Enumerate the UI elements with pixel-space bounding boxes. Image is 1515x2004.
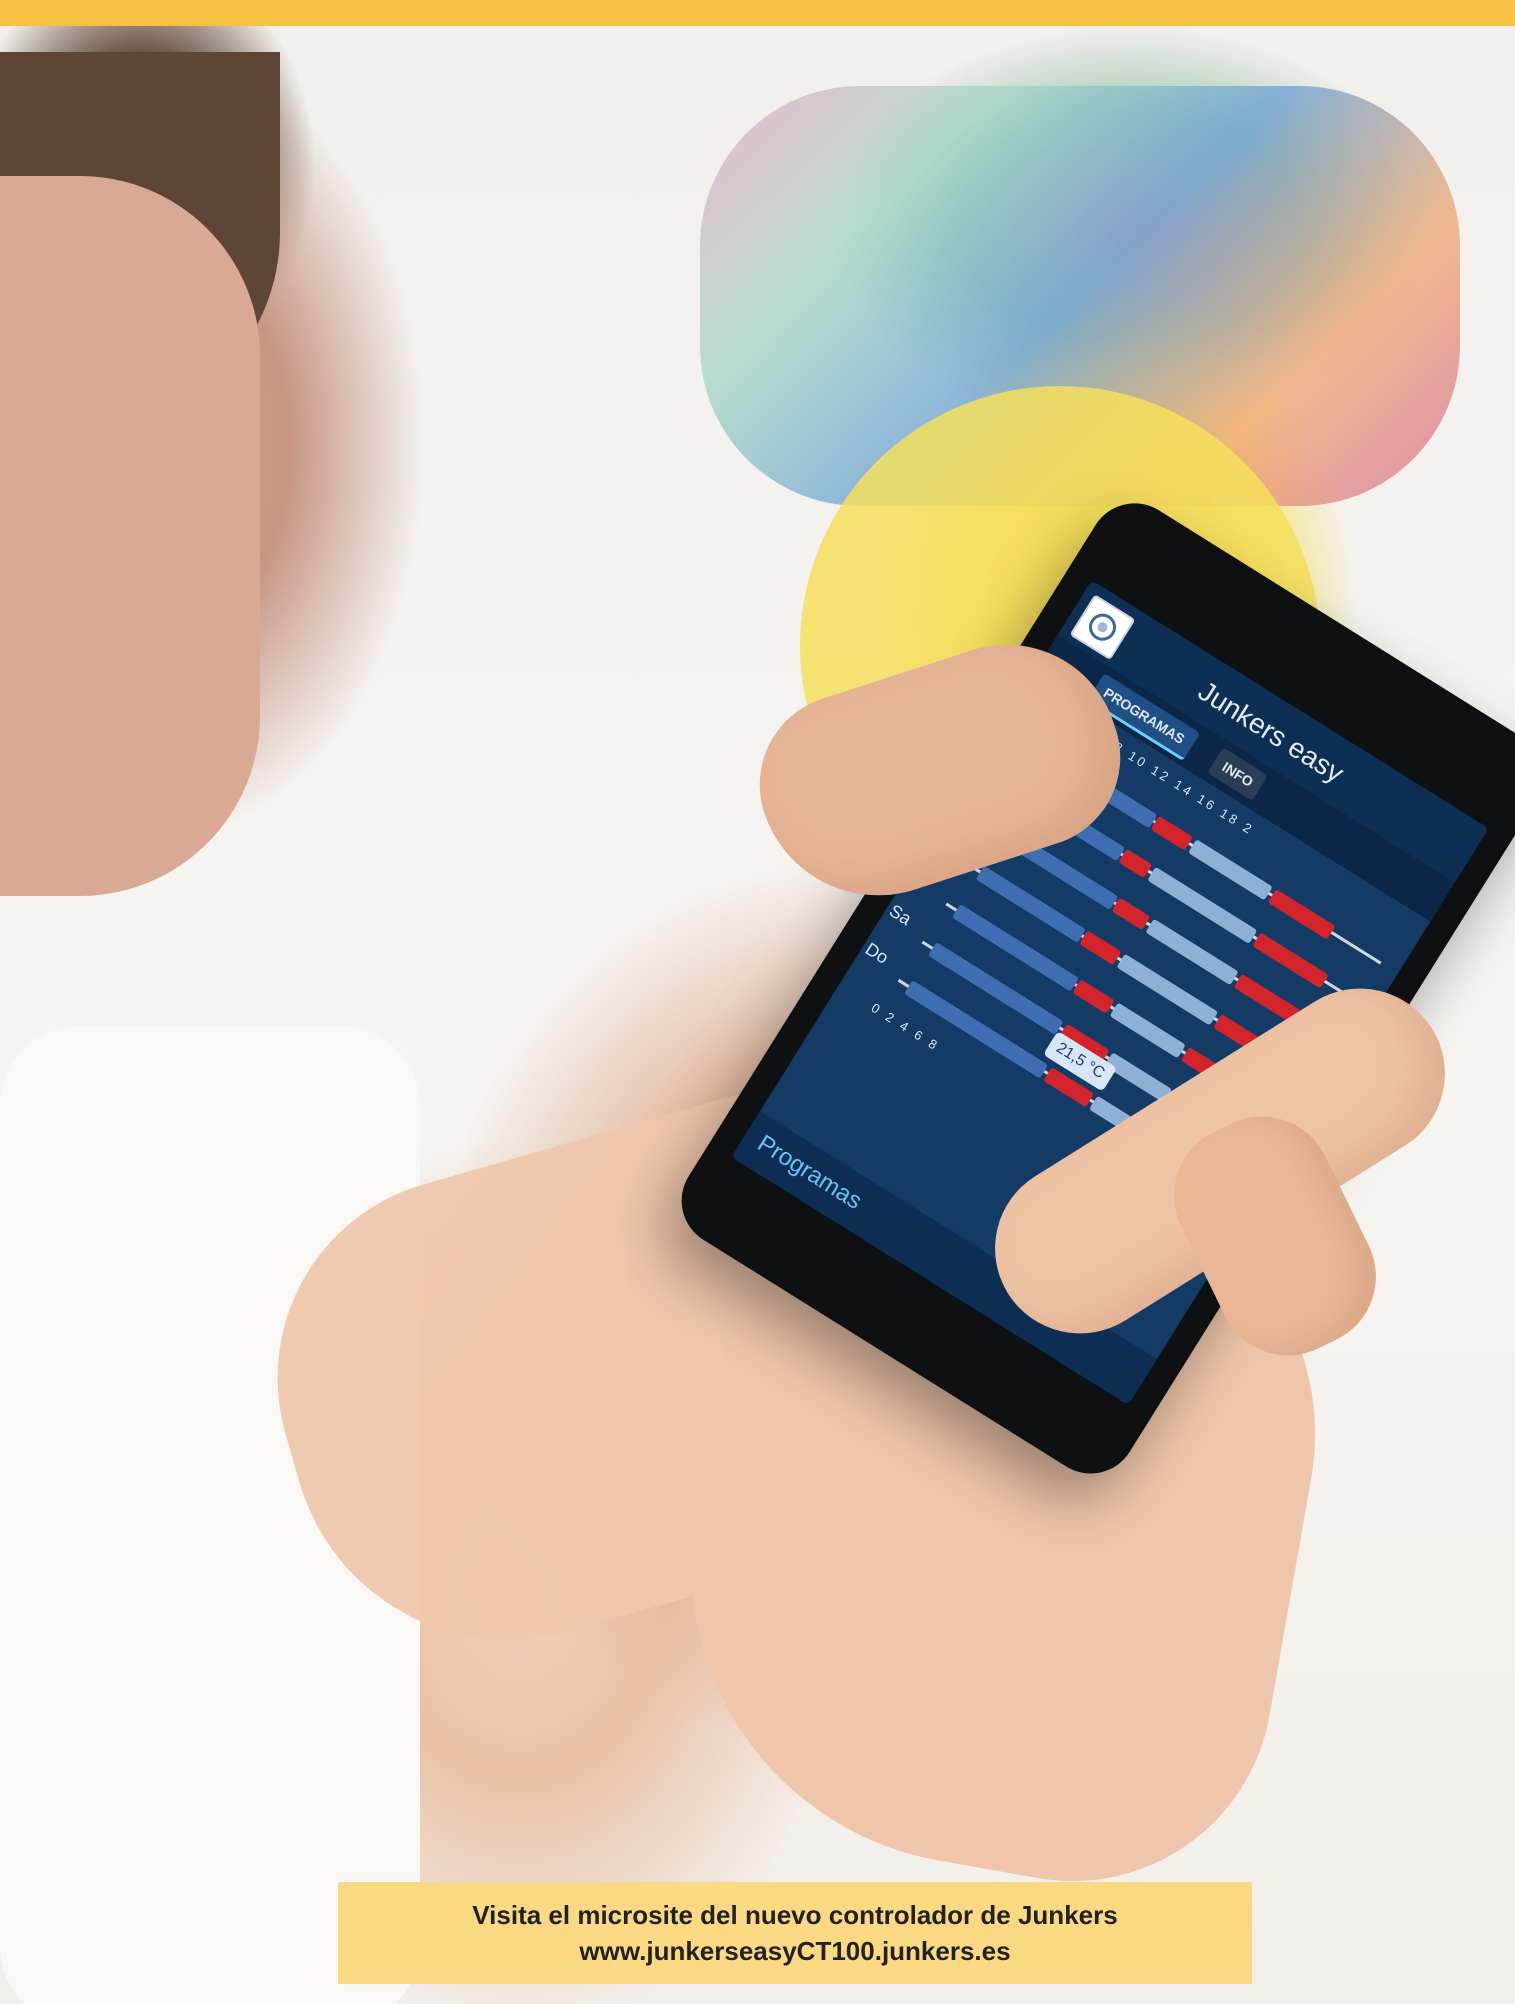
schedule-segment[interactable] — [904, 980, 1049, 1079]
schedule-segment[interactable] — [1267, 888, 1336, 940]
top-accent-bar — [0, 0, 1515, 26]
schedule-segment[interactable] — [1079, 930, 1122, 966]
schedule-segment[interactable] — [1072, 979, 1115, 1014]
schedule-segment[interactable] — [1109, 1002, 1186, 1059]
day-sa: Sa — [885, 900, 916, 930]
schedule-segment[interactable] — [1150, 815, 1194, 851]
hero-photo: Junkers easy PROGRAMAS INFO 0 2 4 6 8 10… — [0, 26, 1515, 2004]
schedule-segment[interactable] — [1111, 897, 1151, 931]
schedule-segment[interactable] — [1104, 1052, 1173, 1103]
footer-programas[interactable]: Programas — [752, 1130, 867, 1216]
schedule-segment[interactable] — [1252, 932, 1329, 989]
schedule-segment[interactable] — [1118, 848, 1153, 879]
day-do: Do — [861, 938, 893, 968]
face — [0, 176, 260, 896]
caption-box: Visita el microsite del nuevo controlado… — [338, 1882, 1252, 1984]
caption-line-1: Visita el microsite del nuevo controlado… — [472, 1900, 1118, 1930]
schedule-segment[interactable] — [1187, 839, 1273, 901]
caption-url[interactable]: www.junkerseasyCT100.junkers.es — [338, 1933, 1252, 1969]
